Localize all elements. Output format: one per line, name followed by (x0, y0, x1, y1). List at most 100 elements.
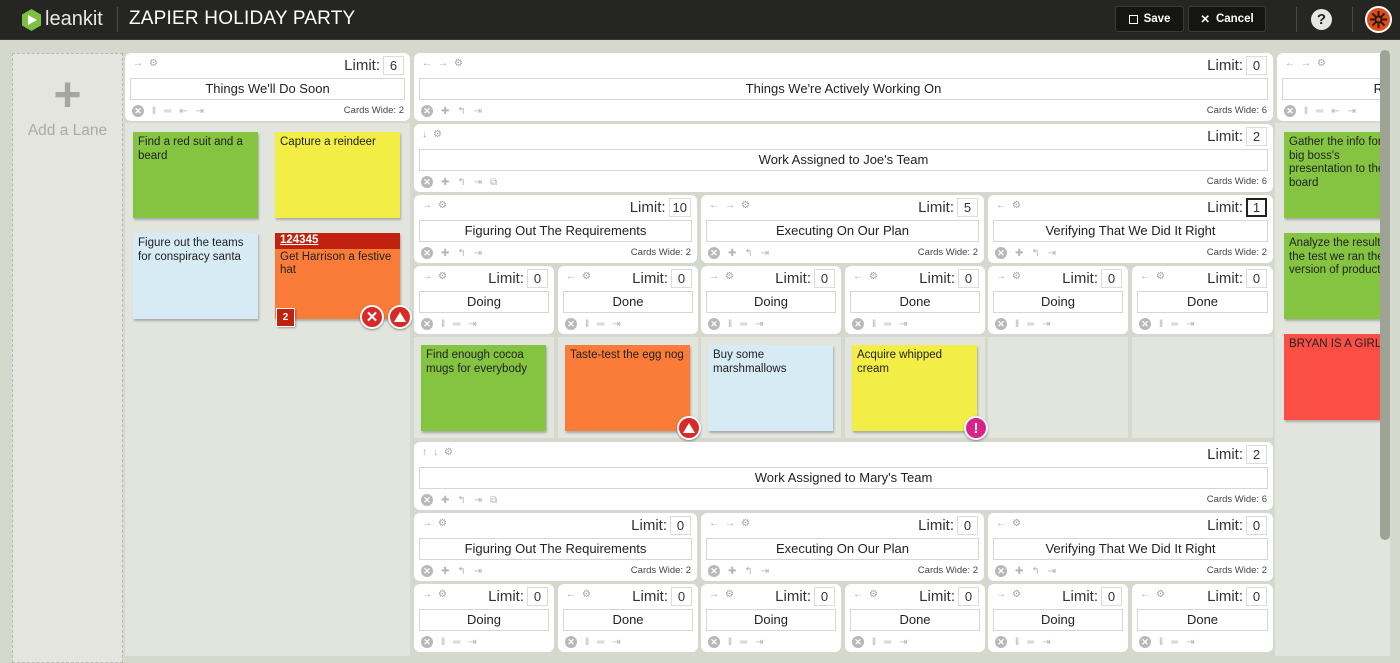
lane-title[interactable]: Verifying That We Did It Right (993, 538, 1268, 560)
gear-icon[interactable]: ⚙ (438, 589, 447, 600)
priority-up-icon[interactable] (677, 416, 701, 440)
widen-icon[interactable]: ⇥ (1042, 637, 1050, 648)
split-horizontal-icon[interactable]: ═ (453, 637, 460, 648)
widen-icon[interactable]: ⇥ (196, 106, 204, 117)
gear-icon[interactable]: ⚙ (741, 200, 750, 211)
arrow-right-icon[interactable]: → (996, 271, 1006, 282)
card[interactable]: Find enough cocoa mugs for everybody (421, 345, 546, 431)
lane-title[interactable]: Things We're Actively Working On (419, 78, 1268, 100)
undo-icon[interactable]: ↰ (457, 566, 465, 577)
card[interactable]: Acquire whipped cream (852, 345, 977, 431)
widen-icon[interactable]: ⇥ (1042, 319, 1050, 330)
split-vertical-icon[interactable]: ‖ (1304, 106, 1308, 117)
delete-icon[interactable]: ✕ (708, 247, 720, 259)
card[interactable]: Buy some marshmallows (708, 345, 833, 431)
undo-icon[interactable]: ↰ (457, 177, 465, 188)
lane-title[interactable]: Work Assigned to Joe's Team (419, 149, 1268, 171)
widen-icon[interactable]: ⇥ (755, 319, 763, 330)
card[interactable]: Analyze the results of the test we ran t… (1284, 233, 1380, 319)
arrow-left-icon[interactable]: ← (853, 271, 863, 282)
leankit-logo[interactable]: leankit (22, 8, 103, 31)
widen-icon[interactable]: ⇥ (474, 566, 482, 577)
add-icon[interactable]: ✚ (441, 106, 449, 117)
delete-icon[interactable]: ✕ (995, 636, 1007, 648)
arrow-down-icon[interactable]: ↓ (422, 129, 427, 140)
split-horizontal-icon[interactable]: ═ (164, 106, 171, 117)
delete-icon[interactable]: ✕ (1284, 105, 1296, 117)
split-vertical-icon[interactable]: ‖ (1015, 637, 1019, 648)
delete-icon[interactable]: ✕ (1139, 636, 1151, 648)
split-vertical-icon[interactable]: ‖ (1159, 637, 1163, 648)
widen-icon[interactable]: ⇥ (612, 319, 620, 330)
limit-input[interactable]: 0 (1246, 587, 1267, 606)
widen-icon[interactable]: ⇥ (761, 566, 769, 577)
arrow-left-icon[interactable]: ← (566, 271, 576, 282)
gear-icon[interactable]: ⚙ (725, 589, 734, 600)
arrow-right-icon[interactable]: → (709, 589, 719, 600)
gear-icon[interactable]: ⚙ (444, 447, 453, 458)
arrow-left-icon[interactable]: ← (422, 58, 432, 69)
delete-icon[interactable]: ✕ (565, 636, 577, 648)
blocked-icon[interactable]: ✕ (360, 305, 384, 329)
arrow-right-icon[interactable]: → (422, 200, 432, 211)
limit-input[interactable]: 0 (527, 269, 548, 288)
lane-title[interactable]: Doing (993, 609, 1123, 631)
delete-icon[interactable]: ✕ (1139, 318, 1151, 330)
widen-icon[interactable]: ⇥ (1048, 248, 1056, 259)
gear-icon[interactable]: ⚙ (1012, 518, 1021, 529)
gear-icon[interactable]: ⚙ (741, 518, 750, 529)
undo-icon[interactable]: ↰ (744, 248, 752, 259)
widen-icon[interactable]: ⇥ (612, 637, 620, 648)
gear-icon[interactable]: ⚙ (438, 200, 447, 211)
arrow-right-icon[interactable]: → (422, 518, 432, 529)
limit-input[interactable]: 0 (1246, 56, 1267, 75)
gear-icon[interactable]: ⚙ (454, 58, 463, 69)
gear-icon[interactable]: ⚙ (149, 58, 158, 69)
add-icon[interactable]: ✚ (441, 248, 449, 259)
card[interactable]: Taste-test the egg nog (565, 345, 690, 431)
arrow-right-icon[interactable]: → (422, 589, 432, 600)
avatar[interactable] (1365, 6, 1392, 33)
arrow-right-icon[interactable]: → (709, 271, 719, 282)
add-icon[interactable]: ✚ (441, 495, 449, 506)
split-horizontal-icon[interactable]: ═ (1027, 319, 1034, 330)
lane-title[interactable]: Doing (419, 609, 549, 631)
widen-icon[interactable]: ⇥ (899, 319, 907, 330)
gear-icon[interactable]: ⚙ (1156, 589, 1165, 600)
widen-icon[interactable]: ⇥ (1348, 106, 1356, 117)
gear-icon[interactable]: ⚙ (433, 129, 442, 140)
limit-input[interactable]: 0 (958, 269, 979, 288)
narrow-icon[interactable]: ⇤ (1331, 106, 1339, 117)
gear-icon[interactable]: ⚙ (869, 589, 878, 600)
delete-icon[interactable]: ✕ (995, 318, 1007, 330)
limit-input[interactable]: 0 (1246, 516, 1267, 535)
lane-title[interactable]: Done (850, 291, 980, 313)
arrow-left-icon[interactable]: ← (1140, 271, 1150, 282)
split-vertical-icon[interactable]: ‖ (585, 637, 589, 648)
split-horizontal-icon[interactable]: ═ (884, 319, 891, 330)
limit-input[interactable]: 0 (671, 587, 692, 606)
limit-input[interactable]: 6 (383, 56, 404, 75)
split-horizontal-icon[interactable]: ═ (453, 319, 460, 330)
limit-input[interactable]: 10 (668, 198, 691, 217)
undo-icon[interactable]: ↰ (1031, 566, 1039, 577)
exclamation-icon[interactable]: ! (964, 416, 988, 440)
split-horizontal-icon[interactable]: ═ (1316, 106, 1323, 117)
arrow-left-icon[interactable]: ← (709, 200, 719, 211)
split-horizontal-icon[interactable]: ═ (1171, 319, 1178, 330)
lane-title[interactable]: Done (563, 291, 693, 313)
split-vertical-icon[interactable]: ‖ (728, 319, 732, 330)
delete-icon[interactable]: ✕ (421, 636, 433, 648)
split-horizontal-icon[interactable]: ═ (1027, 637, 1034, 648)
delete-icon[interactable]: ✕ (708, 636, 720, 648)
lane-title[interactable]: Figuring Out The Requirements (419, 538, 692, 560)
split-vertical-icon[interactable]: ‖ (441, 637, 445, 648)
widen-icon[interactable]: ⇥ (761, 248, 769, 259)
split-vertical-icon[interactable]: ‖ (152, 106, 156, 117)
limit-input[interactable]: 2 (1246, 127, 1267, 146)
gear-icon[interactable]: ⚙ (1012, 271, 1021, 282)
lane-title[interactable]: Doing (419, 291, 549, 313)
limit-input[interactable]: 0 (957, 516, 978, 535)
delete-icon[interactable]: ✕ (421, 494, 433, 506)
lane-title[interactable]: Verifying That We Did It Right (993, 220, 1268, 242)
